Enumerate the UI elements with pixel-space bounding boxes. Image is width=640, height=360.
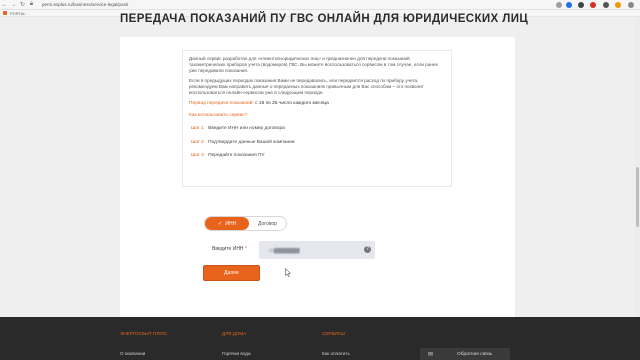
extension-icon[interactable] (590, 2, 596, 8)
site-footer: ЭНЕРГОСБЫТ ПЛЮС О компании ДЛЯ ДОМА Горя… (0, 317, 640, 360)
footer-column-company: ЭНЕРГОСБЫТ ПЛЮС О компании (120, 331, 167, 356)
step-text: Передайте показания ПУ (208, 153, 265, 159)
profile-avatar[interactable] (615, 2, 621, 8)
step-1: Шаг 1 Введите ИНН или номер договора (189, 126, 445, 131)
toggle-off-label: Договор (258, 220, 277, 227)
footer-link-about[interactable]: О компании (120, 351, 167, 356)
footer-heading: ДЛЯ ДОМА (222, 331, 247, 336)
period-label: Период передачи показаний: (189, 100, 254, 106)
footer-heading: ЭНЕРГОСБЫТ ПЛЮС (120, 331, 168, 336)
extension-icon[interactable] (566, 2, 572, 8)
step-3: Шаг 3 Передайте показания ПУ (189, 153, 445, 158)
toggle-option-contract[interactable]: Договор (249, 217, 286, 230)
lock-icon: 🔒︎ (29, 1, 34, 7)
info-paragraph-2: Если в предыдущих периодах показания Вам… (189, 78, 424, 96)
page-scrollbar[interactable] (635, 17, 640, 317)
next-button[interactable]: Далее (203, 265, 260, 281)
step-label: Шаг 1 (191, 126, 204, 132)
footer-heading: СЕРВИСЫ (322, 331, 346, 336)
feedback-label: Обратная связь (457, 351, 493, 357)
url-field[interactable]: perm.esplus.ru/business/service-legal/po… (42, 2, 128, 7)
extension-icon[interactable] (578, 2, 584, 8)
info-box: Данный сервис разработан для «клиентов-ю… (182, 50, 452, 187)
info-paragraph-1: Данный сервис разработан для «клиентов-ю… (189, 56, 439, 74)
footer-column-home: ДЛЯ ДОМА Горячая вода (222, 331, 251, 356)
toggle-on-label: ИНН (225, 220, 237, 227)
check-icon: ✓ (217, 220, 223, 227)
mail-icon: ✉ (428, 351, 434, 358)
inn-input[interactable]: 59████████ ? (259, 241, 375, 259)
required-asterisk: * (244, 246, 247, 252)
reload-icon[interactable]: ↻ (18, 1, 27, 8)
step-text: Подтвердите данные Вашей компании (208, 139, 295, 145)
step-label: Шаг 2 (191, 139, 204, 145)
mouse-cursor-icon (285, 268, 291, 277)
menu-dots-icon[interactable] (628, 2, 634, 8)
help-icon[interactable]: ? (364, 246, 371, 253)
step-2: Шаг 2 Подтвердите данные Вашей компании (189, 140, 445, 145)
toggle-option-inn[interactable]: ✓ ИНН (205, 217, 249, 230)
bookmark-icon (3, 11, 7, 15)
footer-link-hot-water[interactable]: Горячая вода (222, 351, 251, 356)
feedback-button[interactable]: ✉ Обратная связь (420, 348, 510, 360)
bookmark-portal[interactable]: PORTAL (10, 11, 26, 16)
forward-icon[interactable]: → (9, 2, 18, 8)
page-title: ПЕРЕДАЧА ПОКАЗАНИЙ ПУ ГВС ОНЛАЙН ДЛЯ ЮРИ… (120, 13, 529, 25)
inn-label: Введите ИНН * (212, 246, 247, 252)
footer-column-services: СЕРВИСЫ Как оплатить (322, 331, 350, 356)
inn-contract-toggle: ✓ ИНН Договор (204, 216, 287, 231)
step-text: Введите ИНН или номер договора (208, 126, 285, 132)
step-label: Шаг 3 (191, 153, 204, 159)
period-value: с 16 по 25 число каждого месяца (255, 100, 329, 106)
howto-heading: Как использовать сервис? (189, 112, 248, 118)
back-icon[interactable]: ← (0, 2, 9, 8)
puzzle-icon[interactable] (603, 2, 609, 8)
period-line: Период передачи показаний: с 16 по 25 чи… (189, 101, 445, 106)
footer-link-how-to-pay[interactable]: Как оплатить (322, 351, 350, 356)
extension-icon[interactable] (556, 2, 562, 8)
inn-input-value: 59████████ (269, 247, 300, 253)
browser-address-bar: ← → ↻ 🔒︎ perm.esplus.ru/business/service… (0, 0, 640, 10)
inn-label-text: Введите ИНН (212, 246, 244, 252)
scroll-thumb[interactable] (636, 167, 639, 227)
